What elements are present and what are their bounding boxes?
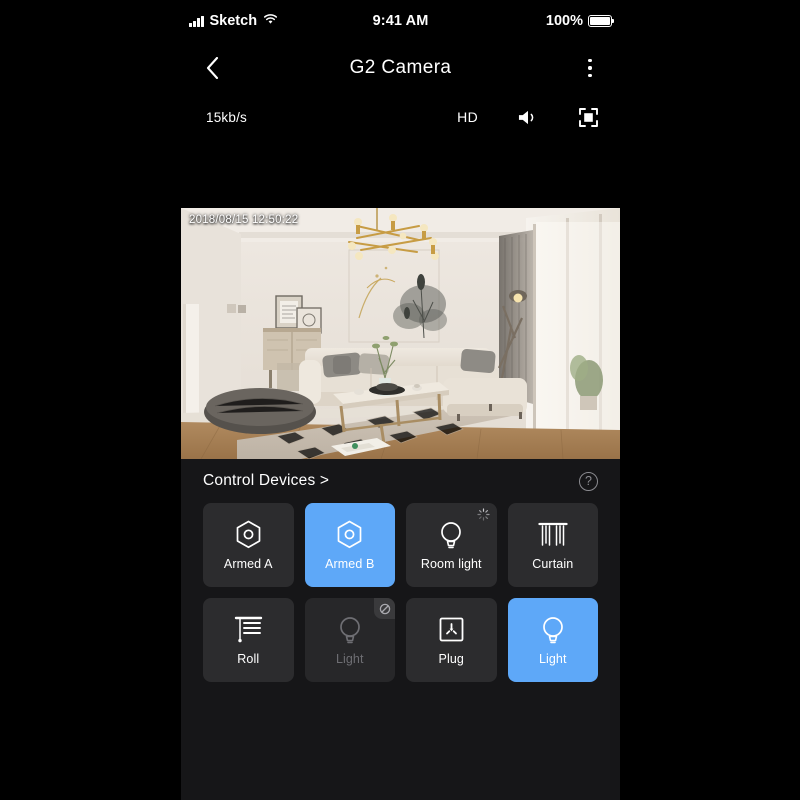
shield-hexagon-icon bbox=[336, 520, 363, 550]
fullscreen-button[interactable] bbox=[578, 107, 598, 127]
wifi-icon bbox=[263, 12, 278, 30]
device-tile-armed-a[interactable]: Armed A bbox=[203, 503, 294, 587]
back-button[interactable] bbox=[197, 53, 227, 83]
phone-frame: Sketch 9:41 AM 100% G2 Camera 15kb/s HD … bbox=[181, 0, 620, 800]
stream-toolbar: 15kb/s HD bbox=[181, 94, 620, 140]
device-label: Armed A bbox=[223, 556, 273, 571]
video-feed[interactable]: 2018/08/15 12:50:22 bbox=[181, 208, 620, 459]
bulb-icon bbox=[541, 615, 565, 645]
bitrate-label: 15kb/s bbox=[206, 109, 247, 125]
battery-full-icon bbox=[588, 15, 615, 27]
device-label: Light bbox=[335, 651, 364, 666]
curtain-icon bbox=[538, 520, 568, 550]
power-socket-icon bbox=[438, 615, 465, 645]
device-tile-plug[interactable]: Plug bbox=[406, 598, 497, 682]
spinner-badge-icon bbox=[476, 508, 490, 521]
clock-label: 9:41 AM bbox=[372, 13, 429, 29]
video-timestamp: 2018/08/15 12:50:22 bbox=[189, 214, 299, 226]
status-bar: Sketch 9:41 AM 100% bbox=[181, 0, 620, 42]
shield-hexagon-icon bbox=[235, 520, 262, 550]
device-label: Curtain bbox=[532, 556, 574, 571]
device-tile-room-light[interactable]: Room light bbox=[406, 503, 497, 587]
offline-badge-icon bbox=[374, 598, 395, 619]
device-tile-light-offline[interactable]: Light bbox=[304, 598, 395, 682]
device-label: Armed B bbox=[325, 556, 375, 571]
device-tile-light-on[interactable]: Light bbox=[507, 598, 598, 682]
signal-bars-icon bbox=[189, 15, 204, 27]
screen-root: Sketch 9:41 AM 100% G2 Camera 15kb/s HD … bbox=[0, 0, 800, 800]
battery-percent-label: 100% bbox=[545, 13, 583, 29]
device-grid: Armed A Armed B Room light Curtain Roll … bbox=[203, 503, 598, 682]
quality-button[interactable]: HD bbox=[457, 109, 478, 125]
carrier-label: Sketch bbox=[209, 13, 258, 29]
page-title: G2 Camera bbox=[349, 57, 452, 78]
bulb-icon bbox=[439, 520, 463, 550]
more-vertical-icon bbox=[588, 58, 592, 63]
control-panel: Control Devices > ? Armed A Armed B Room… bbox=[181, 459, 620, 798]
device-tile-curtain[interactable]: Curtain bbox=[507, 503, 598, 587]
help-circle-icon[interactable]: ? bbox=[579, 471, 598, 491]
device-label: Roll bbox=[237, 651, 260, 666]
bulb-icon bbox=[338, 615, 362, 645]
device-label: Plug bbox=[438, 651, 464, 666]
fullscreen-icon bbox=[578, 107, 598, 127]
more-menu-button[interactable] bbox=[578, 54, 602, 82]
speaker-icon bbox=[518, 110, 534, 124]
chevron-left-icon bbox=[206, 57, 218, 79]
device-label: Room light bbox=[420, 556, 482, 571]
device-tile-roll[interactable]: Roll bbox=[203, 598, 294, 682]
living-room-scene bbox=[181, 208, 620, 459]
stream-toolbar-actions: HD bbox=[457, 107, 598, 127]
control-panel-header: Control Devices > ? bbox=[203, 459, 598, 503]
control-devices-link[interactable]: Control Devices > bbox=[203, 472, 329, 490]
device-label: Light bbox=[538, 651, 567, 666]
status-bar-right: 100% bbox=[545, 13, 615, 29]
sound-button[interactable] bbox=[518, 107, 538, 127]
device-tile-armed-b[interactable]: Armed B bbox=[304, 503, 395, 587]
nav-header: G2 Camera bbox=[181, 42, 620, 94]
status-bar-left: Sketch bbox=[189, 12, 278, 30]
roller-blind-icon bbox=[234, 615, 263, 645]
